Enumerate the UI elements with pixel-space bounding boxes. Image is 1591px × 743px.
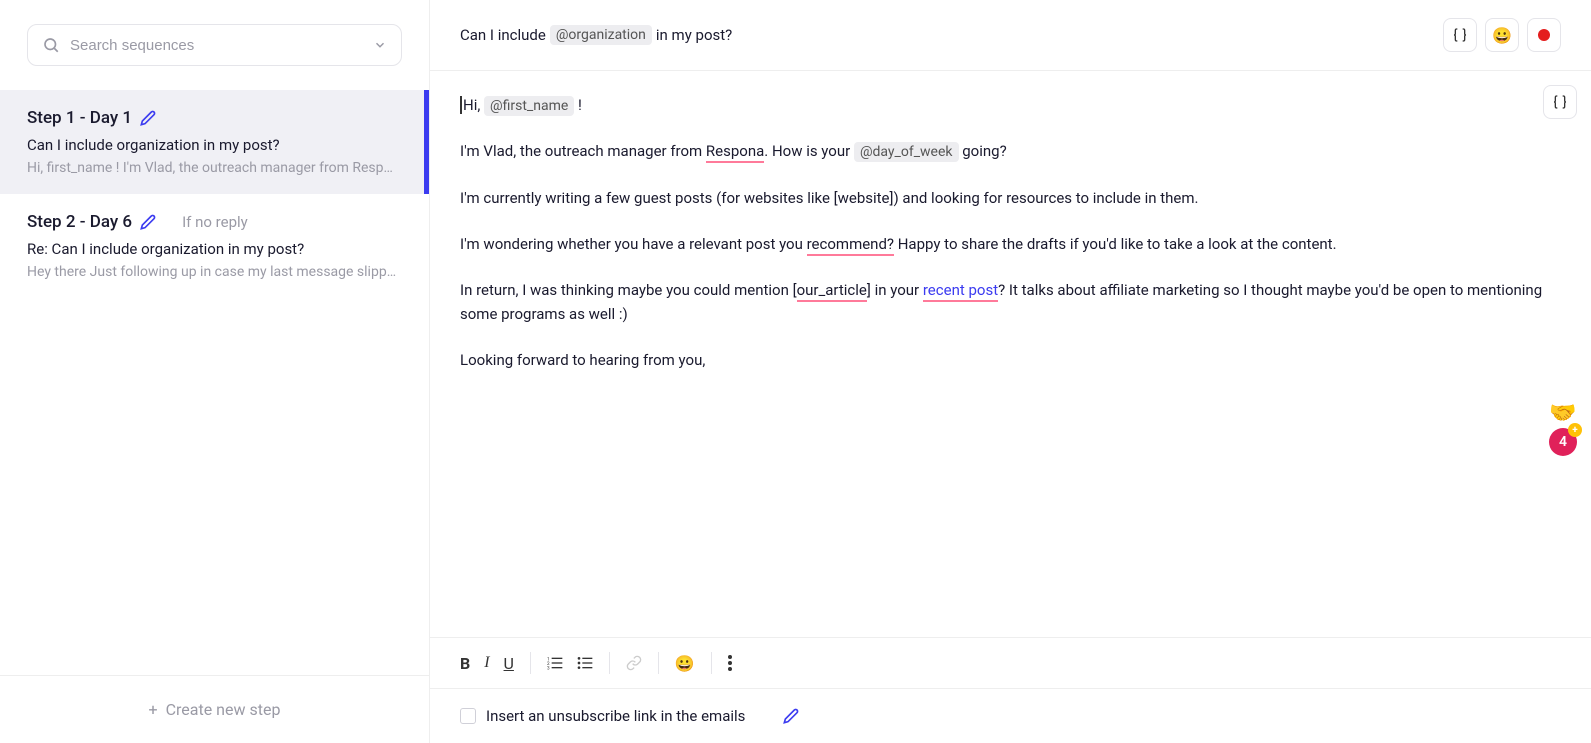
step-title: Step 2 - Day 6: [27, 212, 132, 232]
step-title: Step 1 - Day 1: [27, 108, 132, 128]
text: !: [578, 96, 582, 114]
search-input[interactable]: [70, 37, 363, 54]
search-box[interactable]: [27, 24, 402, 66]
edit-icon[interactable]: [140, 214, 156, 230]
text: ] in your: [867, 281, 923, 299]
text: Hi,: [460, 96, 480, 114]
plus-icon: +: [149, 700, 158, 719]
variable-tag[interactable]: @first_name: [484, 96, 574, 116]
body-p3: In return, I was thinking maybe you coul…: [460, 278, 1561, 326]
toolbar-divider: [711, 652, 712, 674]
toolbar-divider: [658, 652, 659, 674]
more-vertical-icon: [728, 655, 732, 671]
subject-actions: 😀: [1443, 18, 1561, 52]
link-button[interactable]: [626, 655, 642, 671]
step-preview: Hi, first_name ! I'm Vlad, the outreach …: [27, 160, 397, 176]
search-icon: [42, 36, 60, 54]
variables-button-body[interactable]: [1543, 85, 1577, 119]
text: . How is your: [764, 142, 850, 160]
unordered-list-icon: [577, 655, 593, 671]
bold-button[interactable]: B: [460, 654, 470, 673]
underline-icon: U: [504, 654, 514, 673]
steps-list: Step 1 - Day 1 Can I include organizatio…: [0, 90, 429, 675]
reaction-count: 4: [1559, 434, 1567, 450]
link-icon: [626, 655, 642, 671]
step-header: Step 2 - Day 6 If no reply: [27, 212, 402, 232]
toolbar-format-group: B I U: [460, 654, 514, 673]
spell-marked[interactable]: recommend?: [807, 235, 894, 256]
toolbar-list-group: 1 2 3: [547, 655, 593, 671]
chevron-down-icon[interactable]: [373, 38, 387, 52]
text: going?: [962, 142, 1006, 160]
edit-icon[interactable]: [140, 110, 156, 126]
emoji-icon: 😀: [1492, 26, 1512, 45]
add-reaction-icon[interactable]: +: [1568, 423, 1582, 437]
toolbar-divider: [609, 652, 610, 674]
body-p1: I'm currently writing a few guest posts …: [460, 186, 1561, 210]
step-preview: Hey there Just following up in case my l…: [27, 264, 402, 280]
main-editor: Can I include @organization in my post? …: [430, 0, 1591, 743]
toolbar-divider: [530, 652, 531, 674]
italic-button[interactable]: I: [484, 654, 489, 672]
create-step-button[interactable]: + Create new step: [0, 675, 429, 743]
braces-icon: [1552, 94, 1568, 110]
emoji-toolbar-button[interactable]: 😀: [675, 654, 695, 673]
search-container: [0, 0, 429, 90]
italic-icon: I: [484, 654, 489, 672]
unsubscribe-checkbox[interactable]: [460, 708, 476, 724]
unordered-list-button[interactable]: [577, 655, 593, 671]
bold-icon: B: [460, 654, 470, 673]
step-header: Step 1 - Day 1: [27, 108, 397, 128]
body-editor[interactable]: Hi, @first_name ! I'm Vlad, the outreach…: [430, 71, 1591, 637]
underline-button[interactable]: U: [504, 654, 514, 673]
reaction-count-badge[interactable]: 4 +: [1549, 428, 1577, 456]
edit-icon[interactable]: [783, 708, 799, 724]
variable-tag[interactable]: @organization: [550, 25, 652, 45]
braces-icon: [1452, 27, 1468, 43]
reactions: 🤝 4 +: [1549, 401, 1577, 456]
subject-input[interactable]: Can I include @organization in my post?: [460, 25, 732, 45]
step-item[interactable]: Step 2 - Day 6 If no reply Re: Can I inc…: [0, 194, 429, 298]
body-link[interactable]: recent post: [923, 281, 998, 302]
record-button[interactable]: [1527, 18, 1561, 52]
subject-text-post: in my post?: [656, 26, 732, 44]
body-p2: I'm wondering whether you have a relevan…: [460, 232, 1561, 256]
spell-marked[interactable]: our_article: [797, 281, 867, 302]
svg-text:3: 3: [547, 666, 550, 671]
body-closing: Looking forward to hearing from you,: [460, 348, 1561, 372]
unsubscribe-label: Insert an unsubscribe link in the emails: [486, 707, 745, 725]
ordered-list-icon: 1 2 3: [547, 655, 563, 671]
body-area: Hi, @first_name ! I'm Vlad, the outreach…: [430, 71, 1591, 637]
emoji-icon: 😀: [675, 654, 695, 673]
sidebar: Step 1 - Day 1 Can I include organizatio…: [0, 0, 430, 743]
step-subject: Can I include organization in my post?: [27, 136, 397, 154]
text: In return, I was thinking maybe you coul…: [460, 281, 797, 299]
editor-toolbar: B I U 1 2 3: [430, 637, 1591, 688]
record-icon: [1538, 29, 1550, 41]
create-step-label: Create new step: [166, 700, 281, 719]
body-intro: I'm Vlad, the outreach manager from Resp…: [460, 139, 1561, 163]
variables-button[interactable]: [1443, 18, 1477, 52]
step-condition: If no reply: [182, 213, 248, 231]
text: I'm wondering whether you have a relevan…: [460, 235, 807, 253]
more-button[interactable]: [728, 655, 732, 671]
step-subject: Re: Can I include organization in my pos…: [27, 240, 402, 258]
text: I'm Vlad, the outreach manager from: [460, 142, 706, 160]
step-item[interactable]: Step 1 - Day 1 Can I include organizatio…: [0, 90, 429, 194]
body-greeting: Hi, @first_name !: [460, 93, 1561, 117]
variable-tag[interactable]: @day_of_week: [854, 142, 959, 162]
emoji-button[interactable]: 😀: [1485, 18, 1519, 52]
footer-options: Insert an unsubscribe link in the emails: [430, 688, 1591, 743]
subject-text-pre: Can I include: [460, 26, 546, 44]
subject-bar: Can I include @organization in my post? …: [430, 0, 1591, 71]
ordered-list-button[interactable]: 1 2 3: [547, 655, 563, 671]
text: Happy to share the drafts if you'd like …: [894, 235, 1337, 253]
spell-marked[interactable]: Respona: [706, 142, 764, 163]
